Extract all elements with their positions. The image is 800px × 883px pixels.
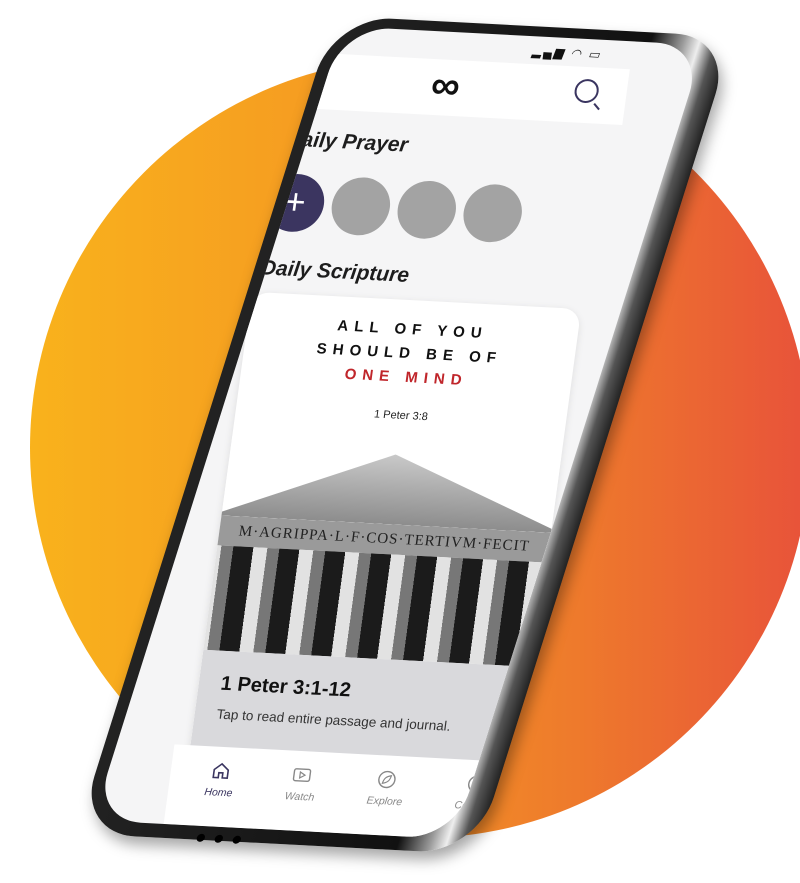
- scripture-quote: ALL OF YOU SHOULD BE OF ONE MIND: [240, 310, 579, 399]
- tab-watch[interactable]: Watch: [280, 750, 320, 831]
- tab-label: Watch: [283, 790, 316, 804]
- prayer-item[interactable]: [393, 179, 460, 241]
- daily-scripture-title: Daily Scripture: [259, 256, 411, 287]
- home-icon: [212, 762, 230, 780]
- tab-home[interactable]: Home: [200, 746, 239, 827]
- status-time: 12:08: [309, 30, 347, 49]
- daily-prayer-title: Daily Prayer: [284, 127, 410, 157]
- prayer-item[interactable]: [459, 182, 526, 244]
- speaker-dots: [195, 833, 243, 844]
- columns: [193, 544, 557, 668]
- compass-icon: [378, 770, 397, 789]
- search-icon[interactable]: [573, 78, 601, 104]
- user-icon: [468, 775, 486, 793]
- prayer-item[interactable]: [327, 176, 394, 237]
- status-icons: ▂▄▆ ◠ ▭: [531, 44, 603, 62]
- app-logo: ∞: [428, 63, 463, 109]
- tab-label: Explore: [365, 794, 403, 809]
- tab-label: Home: [203, 786, 234, 800]
- passage-title: 1 Peter 3:1-12: [219, 672, 353, 702]
- play-icon: [293, 768, 312, 783]
- pantheon-image: M·AGRIPPA·L·F·COS·TERTIVM·FECIT: [193, 435, 561, 668]
- quote-reference: 1 Peter 3:8: [373, 408, 429, 424]
- passage-subtitle: Tap to read entire passage and journal.: [215, 706, 452, 734]
- prayer-list: +: [262, 172, 526, 244]
- tab-explore[interactable]: Explore: [362, 755, 408, 836]
